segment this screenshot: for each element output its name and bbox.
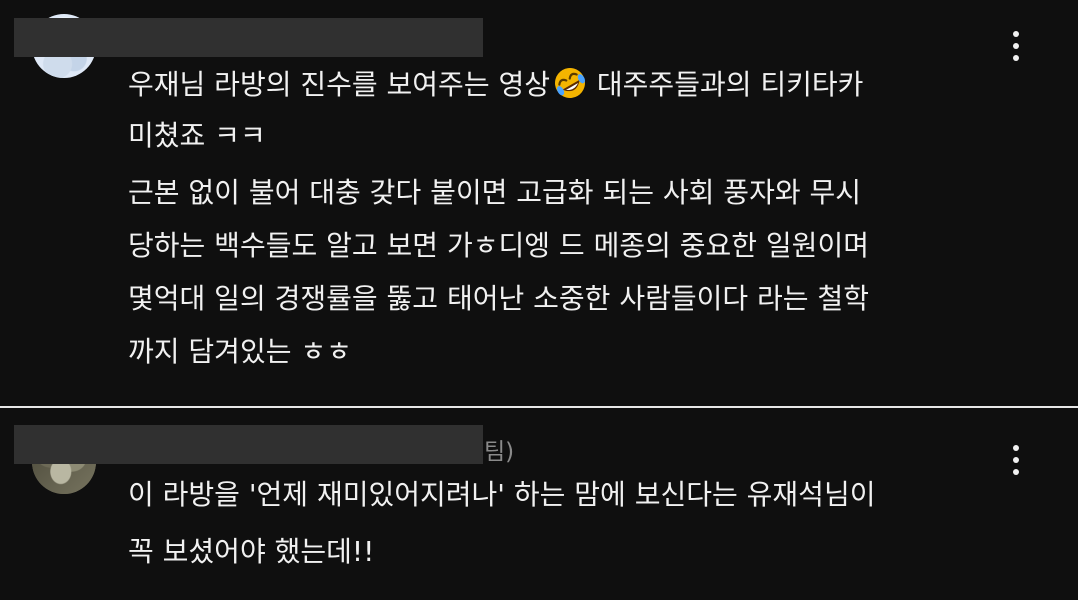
comment-line: 당하는 백수들도 알고 보면 가ㅎ디엥 드 메종의 중요한 일원이며 bbox=[128, 229, 869, 262]
more-vert-icon[interactable] bbox=[1006, 28, 1026, 68]
comment-line-text: 우재님 라방의 진수를 보여주는 영상 bbox=[128, 68, 551, 101]
more-vert-icon[interactable] bbox=[1006, 442, 1026, 482]
comment-body: 이 라방을 '언제 재미있어지려나' 하는 맘에 보신다는 유재석님이 꼭 보셨… bbox=[128, 472, 1028, 574]
comment-line: 몇억대 일의 경쟁률을 뚫고 태어난 소중한 사람들이다 라는 철학 bbox=[128, 282, 869, 315]
comment-line: 근본 없이 불어 대충 갖다 붙이면 고급화 되는 사회 풍자와 무시 bbox=[128, 176, 862, 209]
comment-line: 미쳤죠 ㅋㅋ bbox=[128, 119, 266, 152]
comment-line: 이 라방을 '언제 재미있어지려나' 하는 맘에 보신다는 유재석님이 bbox=[128, 478, 876, 511]
comment-line: 우재님 라방의 진수를 보여주는 영상 대주주들과의 티키타카 bbox=[128, 62, 1028, 107]
comment-line: 까지 담겨있는 ㅎㅎ bbox=[128, 335, 352, 368]
comment: 우재님 라방의 진수를 보여주는 영상 대주주들과의 티키타카 미쳤죠 ㅋㅋ 근… bbox=[0, 0, 1078, 406]
comment-line-text: 대주주들과의 티키타카 bbox=[588, 68, 864, 101]
comment-body: 우재님 라방의 진수를 보여주는 영상 대주주들과의 티키타카 미쳤죠 ㅋㅋ 근… bbox=[128, 62, 1028, 374]
redacted-author-name bbox=[14, 18, 483, 57]
author-name-suffix: 팀) bbox=[484, 439, 515, 465]
rolling-on-floor-laughing-emoji bbox=[555, 68, 586, 98]
redacted-author-name bbox=[14, 425, 483, 464]
comment-line: 꼭 보셨어야 했는데!! bbox=[128, 535, 375, 568]
